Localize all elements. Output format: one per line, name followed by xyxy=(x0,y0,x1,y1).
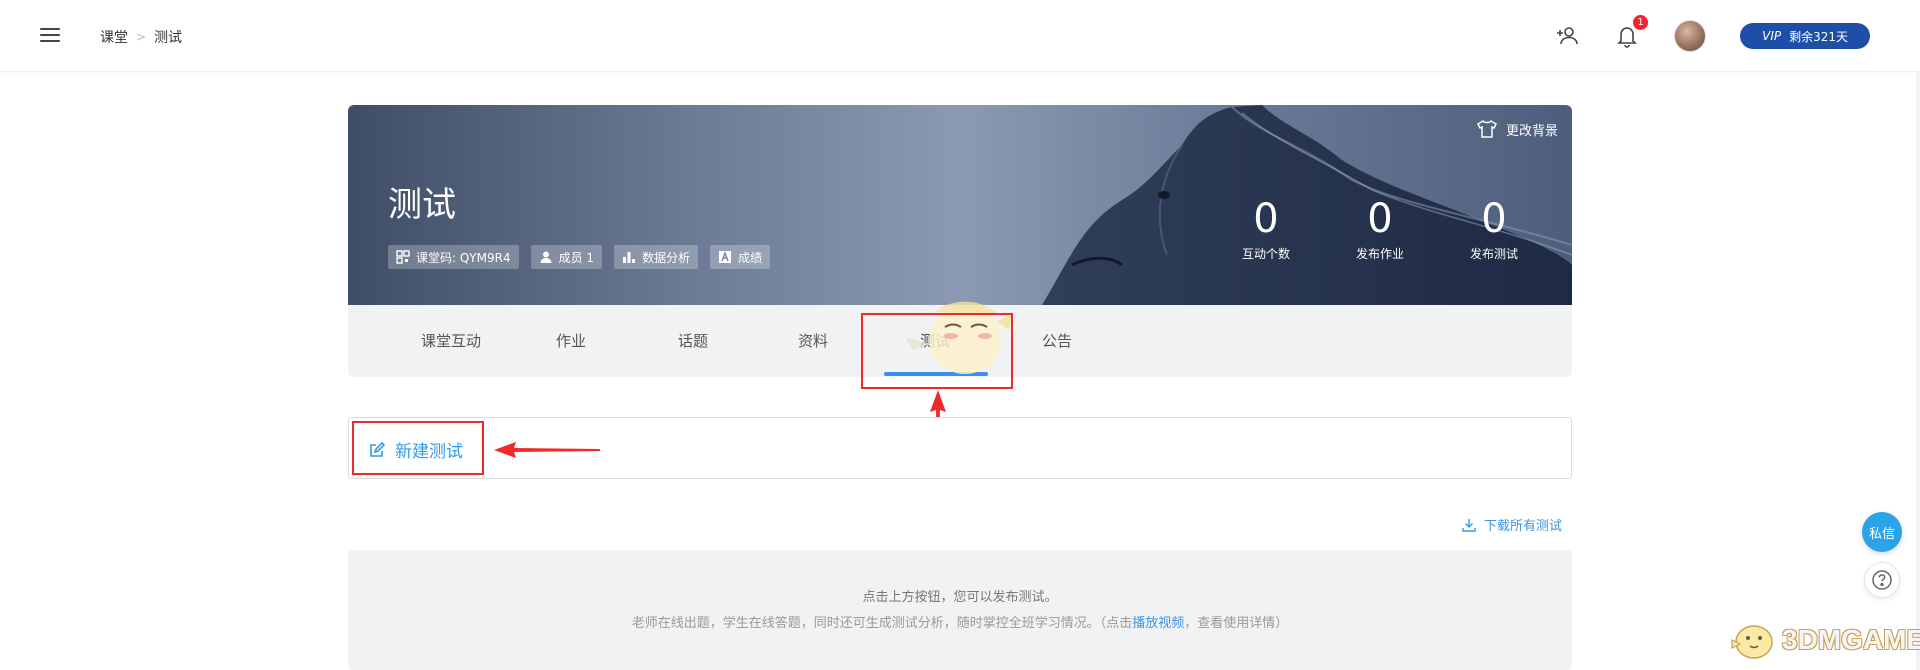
add-person-icon[interactable] xyxy=(1554,23,1580,49)
grades-text: 成绩 xyxy=(738,250,763,265)
empty-state-panel: 点击上方按钮，您可以发布测试。 老师在线出题，学生在线答题，同时还可生成测试分析… xyxy=(348,550,1572,670)
empty-state-line2-tail: ，查看使用详情） xyxy=(1184,616,1289,631)
tab-announcements[interactable]: 公告 xyxy=(1042,330,1072,351)
empty-state-line1: 点击上方按钮，您可以发布测试。 xyxy=(862,590,1058,605)
empty-state-line2: 老师在线出题，学生在线答题，同时还可生成测试分析，随时掌控全班学习情况。（点击播… xyxy=(348,612,1572,631)
top-header: 课堂 > 测试 1 VIP 剩余321天 xyxy=(0,0,1920,72)
qr-code-icon xyxy=(396,250,410,264)
tab-class-interaction[interactable]: 课堂互动 xyxy=(421,330,481,351)
stat-interactions: 0 互动个数 xyxy=(1226,197,1306,262)
stat-interactions-value: 0 xyxy=(1253,196,1279,242)
stat-tests-value: 0 xyxy=(1481,196,1507,242)
class-tags: 课堂码: QYM9R4 成员 1 数据分析 成绩 xyxy=(388,245,771,269)
highlight-box-tests-tab xyxy=(861,313,1013,389)
class-stats: 0 互动个数 0 发布作业 0 发布测试 xyxy=(1226,197,1534,262)
page-scrollbar[interactable] xyxy=(1916,72,1920,670)
vip-label: VIP xyxy=(1762,29,1782,43)
notification-badge: 1 xyxy=(1633,15,1649,30)
grade-icon xyxy=(719,251,732,263)
user-avatar[interactable] xyxy=(1674,20,1707,52)
breadcrumb-root-link[interactable]: 课堂 xyxy=(100,27,128,47)
help-question-icon xyxy=(1872,570,1892,590)
highlight-box-new-test xyxy=(352,421,484,475)
stat-interactions-label: 互动个数 xyxy=(1241,247,1290,261)
members-tag[interactable]: 成员 1 xyxy=(530,245,603,269)
tab-materials[interactable]: 资料 xyxy=(798,330,828,351)
stat-tests: 0 发布测试 xyxy=(1454,197,1534,262)
person-icon xyxy=(540,251,552,263)
class-code-tag[interactable]: 课堂码: QYM9R4 xyxy=(388,245,519,269)
analysis-tag[interactable]: 数据分析 xyxy=(614,245,699,269)
change-background-label: 更改背景 xyxy=(1505,123,1558,139)
tshirt-icon xyxy=(1477,119,1497,138)
class-title: 测试 xyxy=(388,185,456,225)
notification-bell-icon[interactable]: 1 xyxy=(1614,15,1649,49)
hamburger-menu-icon[interactable] xyxy=(40,28,60,44)
download-all-tests-link[interactable]: 下载所有测试 xyxy=(1462,515,1562,534)
watermark-text: 3DMGAME xyxy=(1782,624,1920,655)
tab-topics[interactable]: 话题 xyxy=(678,330,708,351)
watermark-logo: 3DMGAME xyxy=(1726,618,1920,662)
breadcrumb-current: 测试 xyxy=(154,30,183,46)
left-arrow-annotation xyxy=(494,442,600,458)
play-video-link[interactable]: 播放视频 xyxy=(1132,616,1184,631)
help-button[interactable] xyxy=(1864,562,1900,598)
bar-chart-icon xyxy=(623,252,636,263)
class-code-text: 课堂码: QYM9R4 xyxy=(416,250,511,265)
stat-tests-label: 发布测试 xyxy=(1469,247,1518,261)
header-actions: 1 VIP 剩余321天 xyxy=(1554,15,1870,54)
class-banner: 测试 课堂码: QYM9R4 成员 1 数据分析 成绩 更改背景 0 互动个数 xyxy=(348,105,1572,305)
download-icon xyxy=(1462,518,1476,532)
change-background-button[interactable]: 更改背景 xyxy=(1476,119,1558,139)
watermark-mascot-icon xyxy=(1731,625,1773,659)
download-all-label: 下载所有测试 xyxy=(1484,519,1563,534)
members-text: 成员 1 xyxy=(558,250,595,265)
breadcrumb: 课堂 > 测试 xyxy=(100,27,182,47)
tab-homework[interactable]: 作业 xyxy=(556,330,586,351)
vip-remaining: 剩余321天 xyxy=(1789,29,1848,44)
stat-homework-value: 0 xyxy=(1367,196,1393,242)
analysis-text: 数据分析 xyxy=(642,250,691,265)
empty-state-line2-text: 老师在线出题，学生在线答题，同时还可生成测试分析，随时掌控全班学习情况。（点击 xyxy=(631,616,1133,631)
private-message-button[interactable]: 私信 xyxy=(1862,512,1902,552)
grades-tag[interactable]: 成绩 xyxy=(710,245,771,269)
breadcrumb-separator: > xyxy=(136,30,147,44)
stat-homework: 0 发布作业 xyxy=(1340,197,1420,262)
vip-status-button[interactable]: VIP 剩余321天 xyxy=(1740,23,1870,49)
stat-homework-label: 发布作业 xyxy=(1355,247,1404,261)
